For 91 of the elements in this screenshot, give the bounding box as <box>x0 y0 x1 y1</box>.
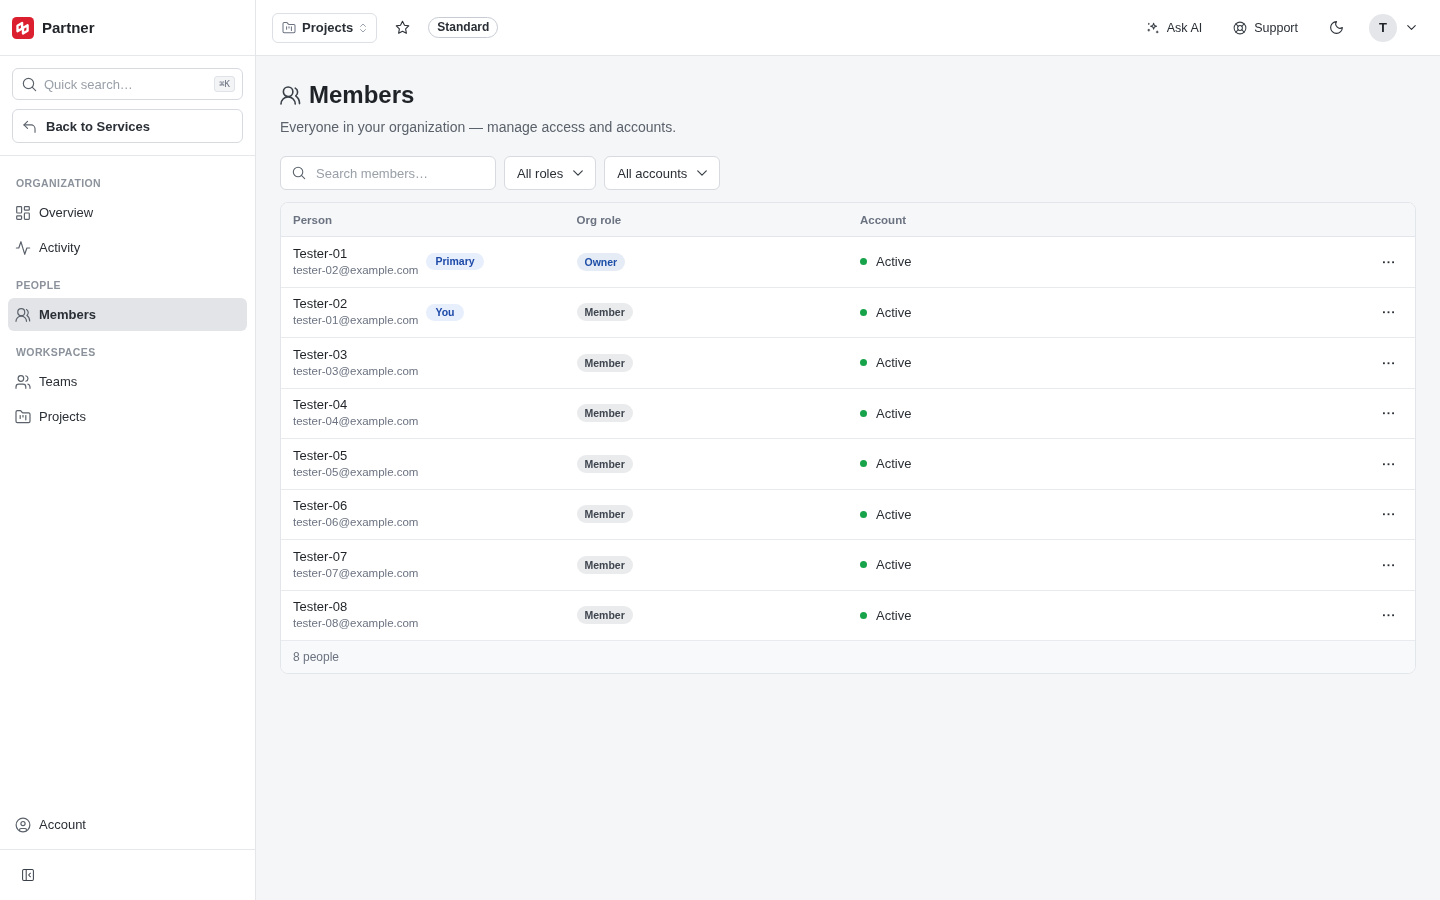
project-switcher[interactable]: Projects <box>272 12 378 43</box>
member-search-field[interactable]: Search members… <box>280 156 496 190</box>
account-status: Active <box>876 355 912 371</box>
person-name: Tester-02 <box>293 296 349 313</box>
chevron-down-icon <box>573 170 584 176</box>
users-icon <box>16 307 30 322</box>
shortcut-key: ⌘K <box>214 76 235 92</box>
nav-item[interactable]: Account <box>8 808 247 841</box>
nav-item[interactable]: Activity <box>8 231 247 264</box>
ask-ai-button[interactable]: Ask AI <box>1146 20 1203 35</box>
users-icon <box>281 85 300 105</box>
favorite-button[interactable] <box>396 21 410 34</box>
account-status: Active <box>876 557 912 573</box>
role-tag: Member <box>576 404 633 423</box>
role-tag: Owner <box>576 252 626 271</box>
folder-icon <box>283 21 295 34</box>
section-title: PEOPLE <box>15 278 62 293</box>
sidebar-panel-icon <box>22 869 34 881</box>
role-tag: Member <box>576 353 633 372</box>
section-title: ORGANIZATION <box>15 176 103 191</box>
person-email: tester-01@example.com <box>293 313 419 329</box>
chevron-down-icon <box>697 170 708 176</box>
nav-item[interactable]: Overview <box>8 196 247 229</box>
account-status: Active <box>876 607 912 623</box>
role-tag: Member <box>576 454 633 473</box>
person-name: Tester-07 <box>293 548 349 565</box>
support-button[interactable]: Support <box>1234 20 1298 35</box>
folder-icon <box>16 409 30 424</box>
role-tag: Member <box>576 303 633 322</box>
nav-item[interactable]: Projects <box>8 400 247 433</box>
filter-dropdown[interactable]: All accounts <box>604 156 721 190</box>
role-tag: Member <box>576 555 633 574</box>
filter-dropdown[interactable]: All roles <box>504 156 597 190</box>
logo-icon <box>12 16 34 39</box>
search-icon <box>23 77 36 91</box>
person-tag: Primary <box>426 253 484 271</box>
person-email: tester-06@example.com <box>293 515 419 531</box>
return-arrow-icon <box>23 119 36 133</box>
star-icon <box>396 21 410 34</box>
page-title: Members <box>309 80 415 110</box>
moon-icon <box>1330 21 1343 34</box>
account-status: Active <box>876 405 912 421</box>
nav-item[interactable]: Members <box>8 298 247 331</box>
more-dots-icon <box>1383 563 1394 566</box>
person-email: tester-05@example.com <box>293 464 419 480</box>
column-header: Account <box>860 213 906 226</box>
collapse-sidebar-button[interactable] <box>22 869 34 881</box>
people-count: 8 people <box>293 650 340 664</box>
more-dots-icon <box>1383 513 1394 516</box>
person-email: tester-04@example.com <box>293 414 419 430</box>
person-email: tester-07@example.com <box>293 565 419 581</box>
column-header: Org role <box>576 213 622 226</box>
lifebuoy-icon <box>1234 21 1247 34</box>
more-dots-icon <box>1383 311 1394 314</box>
more-dots-icon <box>1383 412 1394 415</box>
person-name: Tester-08 <box>293 599 349 616</box>
person-email: tester-02@example.com <box>293 262 419 278</box>
layout-grid-icon <box>16 205 30 220</box>
sparkle-icon <box>1146 21 1159 34</box>
person-name: Tester-05 <box>293 447 349 464</box>
account-status: Active <box>876 506 912 522</box>
user-circle-icon <box>16 817 30 832</box>
users-icon <box>16 374 30 389</box>
search-icon <box>293 167 305 179</box>
account-status: Active <box>876 456 912 472</box>
person-email: tester-08@example.com <box>293 616 419 632</box>
person-tag: You <box>426 303 464 321</box>
more-dots-icon <box>1383 260 1394 263</box>
person-name: Tester-06 <box>293 498 349 515</box>
role-tag: Member <box>576 606 633 625</box>
theme-toggle-button[interactable] <box>1330 21 1343 34</box>
page-subtitle: Everyone in your organization — manage access and accounts. <box>280 118 677 136</box>
app-name: Partner <box>42 19 95 36</box>
account-status: Active <box>876 304 912 320</box>
person-name: Tester-03 <box>293 346 349 363</box>
more-dots-icon <box>1383 462 1394 465</box>
back-button[interactable]: Back to Services <box>12 109 243 143</box>
role-tag: Member <box>576 505 633 524</box>
nav-item[interactable]: Teams <box>8 365 247 398</box>
person-email: tester-03@example.com <box>293 363 419 379</box>
account-status: Active <box>876 254 912 270</box>
chevrons-up-down-icon <box>360 22 367 33</box>
section-title: WORKSPACES <box>15 345 97 360</box>
activity-icon <box>16 240 30 255</box>
more-dots-icon <box>1383 614 1394 617</box>
chevron-down-icon[interactable] <box>1407 25 1416 30</box>
more-dots-icon <box>1383 361 1394 364</box>
user-avatar[interactable]: T <box>1369 13 1397 42</box>
person-name: Tester-01 <box>293 245 349 262</box>
column-header: Person <box>293 213 332 226</box>
person-name: Tester-04 <box>293 397 349 414</box>
